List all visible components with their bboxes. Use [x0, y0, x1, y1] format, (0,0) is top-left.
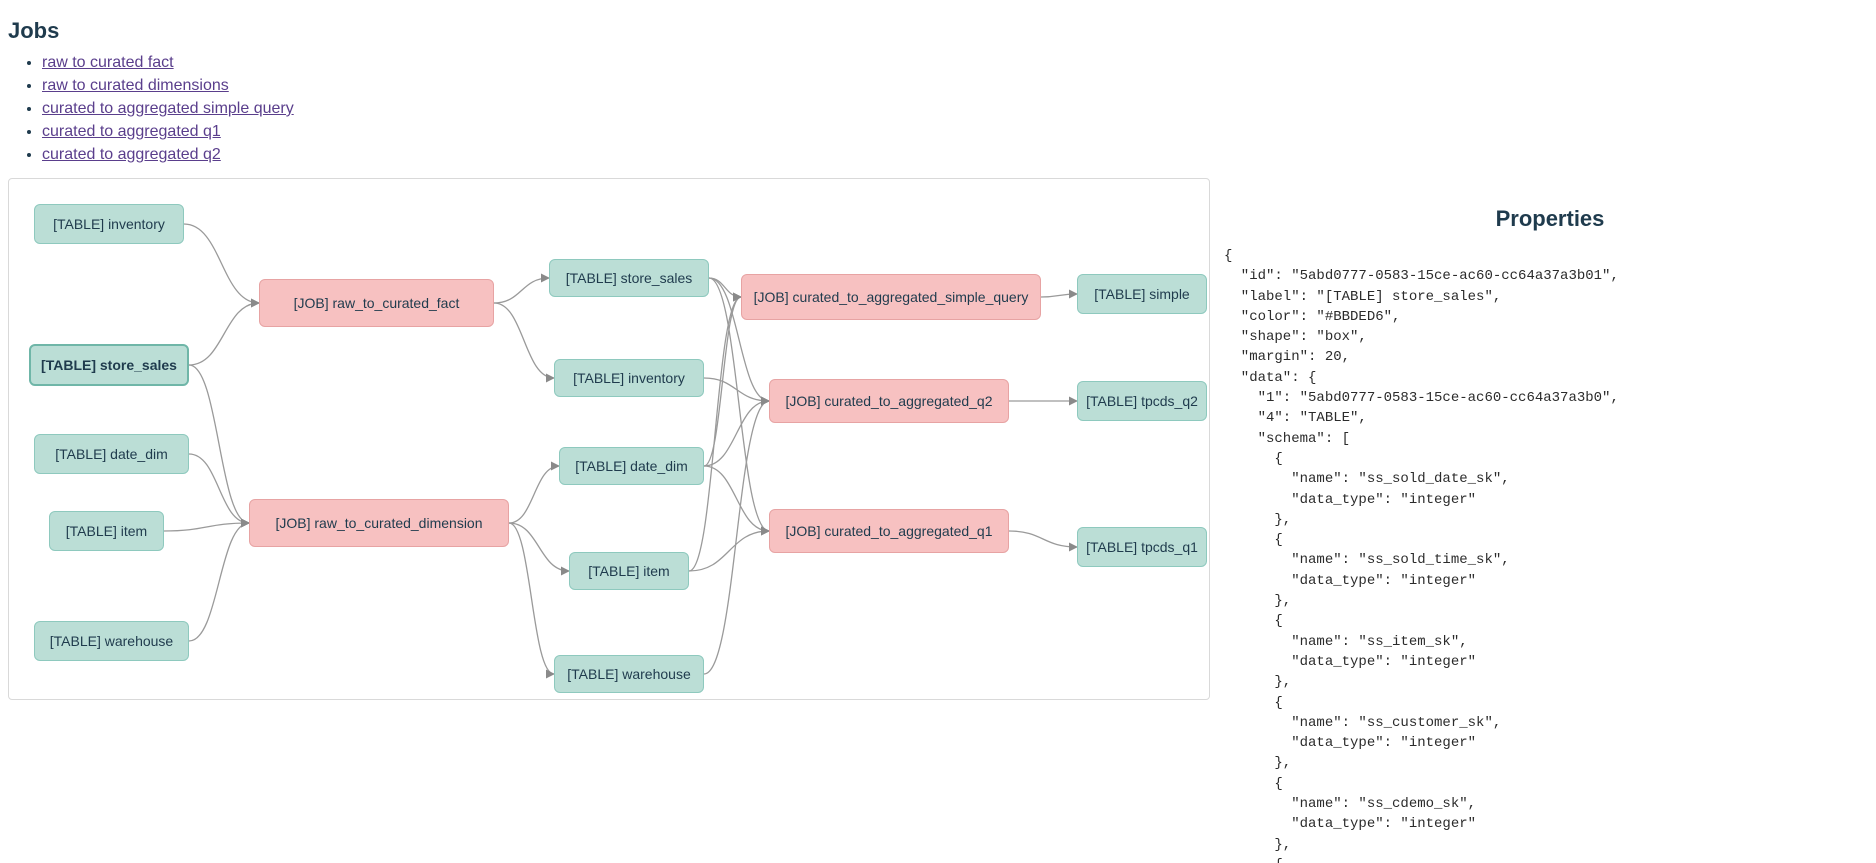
- table-node[interactable]: [TABLE] item: [569, 552, 689, 590]
- properties-panel: Properties { "id": "5abd0777-0583-15ce-a…: [1210, 178, 1876, 863]
- table-node[interactable]: [TABLE] warehouse: [554, 655, 704, 693]
- job-node[interactable]: [JOB] curated_to_aggregated_q1: [769, 509, 1009, 553]
- table-node[interactable]: [TABLE] store_sales: [29, 344, 189, 386]
- job-node[interactable]: [JOB] curated_to_aggregated_q2: [769, 379, 1009, 423]
- job-link[interactable]: curated to aggregated q1: [42, 123, 221, 140]
- table-node[interactable]: [TABLE] simple: [1077, 274, 1207, 314]
- table-node[interactable]: [TABLE] inventory: [34, 204, 184, 244]
- table-node[interactable]: [TABLE] date_dim: [34, 434, 189, 474]
- job-link[interactable]: raw to curated fact: [42, 54, 174, 71]
- table-node[interactable]: [TABLE] store_sales: [549, 259, 709, 297]
- table-node[interactable]: [TABLE] date_dim: [559, 447, 704, 485]
- jobs-heading: Jobs: [8, 18, 1876, 44]
- job-node[interactable]: [JOB] raw_to_curated_dimension: [249, 499, 509, 547]
- properties-heading: Properties: [1224, 206, 1876, 232]
- table-node[interactable]: [TABLE] warehouse: [34, 621, 189, 661]
- job-link[interactable]: curated to aggregated simple query: [42, 100, 294, 117]
- properties-json: { "id": "5abd0777-0583-15ce-ac60-cc64a37…: [1224, 246, 1876, 863]
- job-node[interactable]: [JOB] curated_to_aggregated_simple_query: [741, 274, 1041, 320]
- lineage-graph-canvas[interactable]: [TABLE] inventory [TABLE] store_sales [TAB…: [8, 178, 1210, 700]
- table-node[interactable]: [TABLE] tpcds_q2: [1077, 381, 1207, 421]
- jobs-link-list: raw to curated fact raw to curated dimens…: [20, 54, 1876, 164]
- job-link[interactable]: raw to curated dimensions: [42, 77, 229, 94]
- job-node[interactable]: [JOB] raw_to_curated_fact: [259, 279, 494, 327]
- table-node[interactable]: [TABLE] inventory: [554, 359, 704, 397]
- job-link[interactable]: curated to aggregated q2: [42, 146, 221, 163]
- table-node[interactable]: [TABLE] item: [49, 511, 164, 551]
- table-node[interactable]: [TABLE] tpcds_q1: [1077, 527, 1207, 567]
